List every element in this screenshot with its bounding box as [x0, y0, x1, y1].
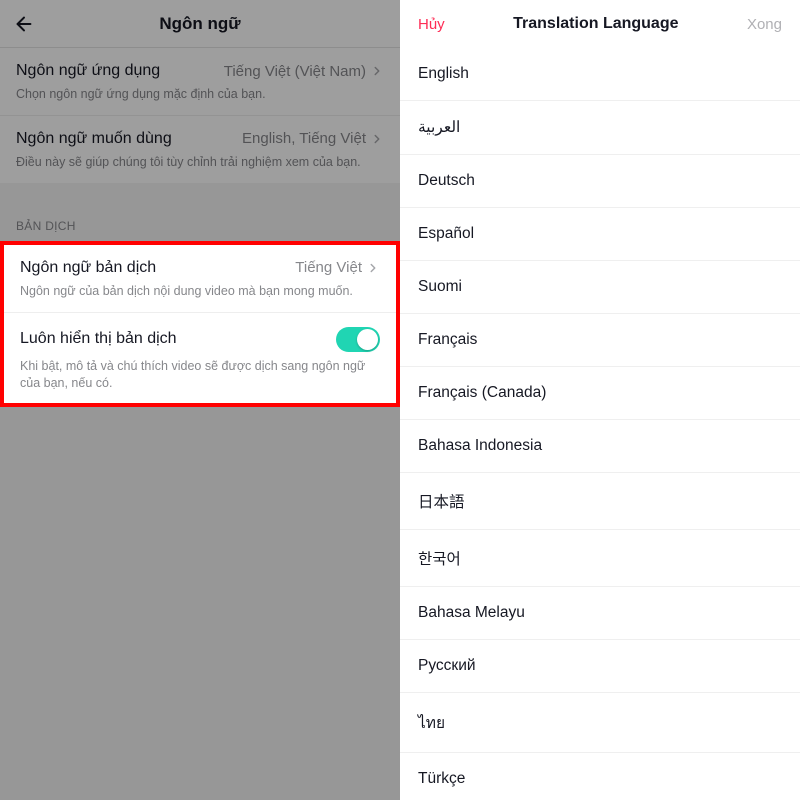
- translation-section-title: BẢN DỊCH: [0, 213, 400, 241]
- always-show-translation-row: Luôn hiển thị bản dịch Khi bật, mô tả và…: [4, 312, 396, 404]
- page-title: Ngôn ngữ: [159, 14, 240, 34]
- always-show-label: Luôn hiển thị bản dịch: [20, 330, 177, 348]
- language-option[interactable]: Русский: [400, 640, 800, 693]
- modal-header: Hủy Translation Language Xong: [400, 0, 800, 48]
- toggle-knob: [357, 329, 378, 350]
- always-show-desc: Khi bật, mô tả và chú thích video sẽ đượ…: [20, 358, 380, 392]
- language-option[interactable]: Français (Canada): [400, 367, 800, 420]
- done-button[interactable]: Xong: [747, 16, 782, 33]
- app-language-row[interactable]: Ngôn ngữ ứng dụng Tiếng Việt (Việt Nam) …: [0, 48, 400, 115]
- app-language-label: Ngôn ngữ ứng dụng: [16, 62, 160, 80]
- always-show-toggle[interactable]: [336, 327, 380, 352]
- highlighted-section: Ngôn ngữ bản dịch Tiếng Việt Ngôn ngữ củ…: [0, 241, 400, 408]
- language-option[interactable]: Deutsch: [400, 155, 800, 208]
- preferred-language-row[interactable]: Ngôn ngữ muốn dùng English, Tiếng Việt Đ…: [0, 115, 400, 183]
- settings-screen: Ngôn ngữ Ngôn ngữ ứng dụng Tiếng Việt (V…: [0, 0, 400, 800]
- app-language-value: Tiếng Việt (Việt Nam): [224, 63, 366, 80]
- arrow-left-icon: [13, 13, 35, 35]
- language-option[interactable]: ไทย: [400, 693, 800, 753]
- language-option[interactable]: Türkçe: [400, 753, 800, 800]
- preferred-language-label: Ngôn ngữ muốn dùng: [16, 130, 172, 148]
- language-option[interactable]: Suomi: [400, 261, 800, 314]
- preferred-language-value: English, Tiếng Việt: [242, 130, 366, 147]
- language-option[interactable]: 한국어: [400, 530, 800, 587]
- translation-language-value: Tiếng Việt: [295, 259, 362, 276]
- left-header: Ngôn ngữ: [0, 0, 400, 48]
- language-option[interactable]: Français: [400, 314, 800, 367]
- language-option[interactable]: Español: [400, 208, 800, 261]
- translation-language-desc: Ngôn ngữ của bản dịch nội dung video mà …: [20, 283, 380, 300]
- language-option[interactable]: 日本語: [400, 473, 800, 530]
- cancel-button[interactable]: Hủy: [418, 16, 445, 33]
- language-option[interactable]: Bahasa Melayu: [400, 587, 800, 640]
- language-option[interactable]: English: [400, 48, 800, 101]
- language-option[interactable]: Bahasa Indonesia: [400, 420, 800, 473]
- translation-language-row[interactable]: Ngôn ngữ bản dịch Tiếng Việt Ngôn ngữ củ…: [4, 245, 396, 312]
- language-option[interactable]: العربية: [400, 101, 800, 155]
- app-language-desc: Chọn ngôn ngữ ứng dụng mặc định của bạn.: [16, 86, 384, 103]
- back-button[interactable]: [12, 12, 36, 36]
- modal-title: Translation Language: [513, 15, 678, 33]
- preferred-language-desc: Điều này sẽ giúp chúng tôi tùy chỉnh trả…: [16, 154, 384, 171]
- language-list[interactable]: EnglishالعربيةDeutschEspañolSuomiFrançai…: [400, 48, 800, 800]
- translation-language-modal: Hủy Translation Language Xong Englishالع…: [400, 0, 800, 800]
- translation-language-label: Ngôn ngữ bản dịch: [20, 259, 156, 277]
- chevron-right-icon: [366, 261, 380, 275]
- chevron-right-icon: [370, 64, 384, 78]
- chevron-right-icon: [370, 132, 384, 146]
